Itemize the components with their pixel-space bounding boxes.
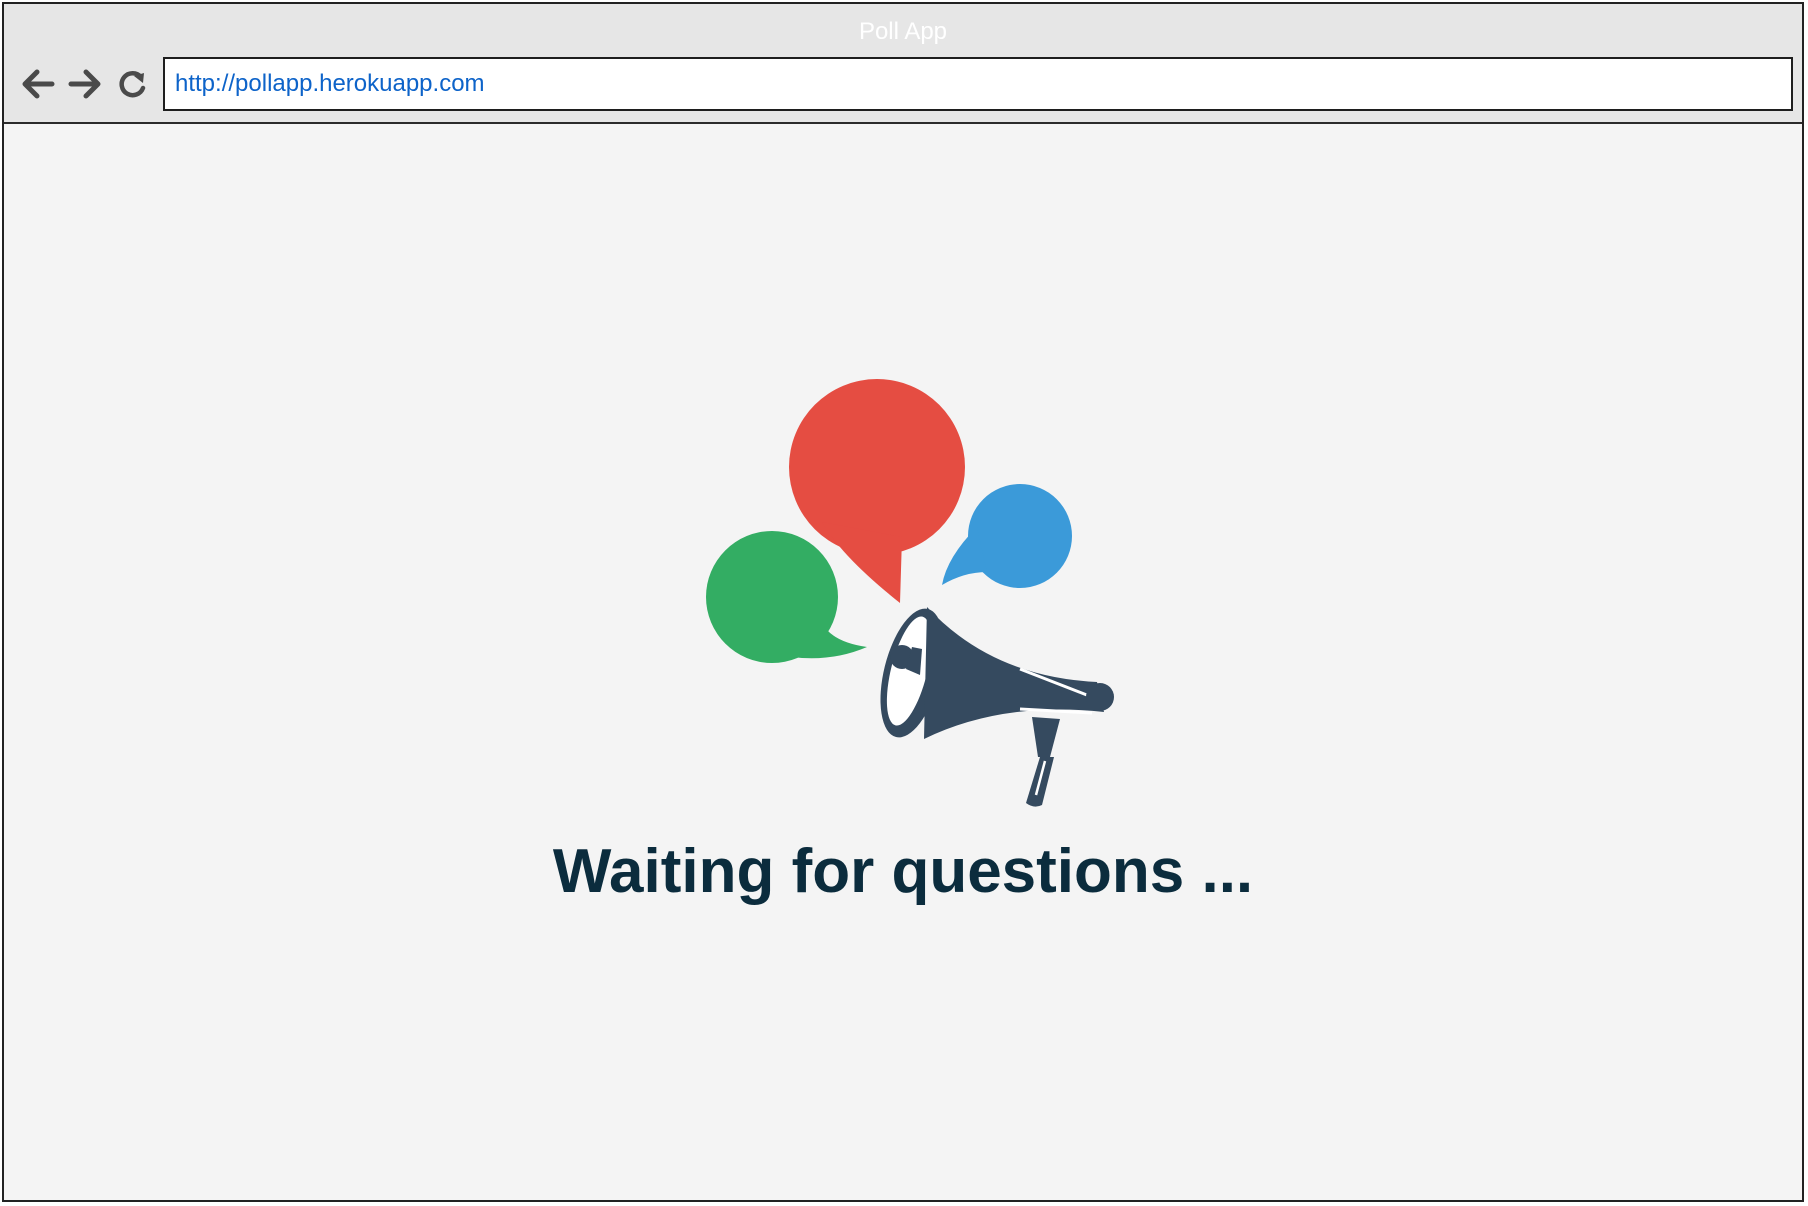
browser-toolbar: Poll App [4,4,1802,124]
megaphone-icon [880,607,1114,807]
forward-button[interactable] [65,64,105,104]
address-bar-input[interactable] [163,57,1793,111]
blue-speech-bubble-icon [942,484,1072,588]
arrow-left-icon [22,69,55,99]
arrow-right-icon [68,69,101,99]
back-button[interactable] [18,64,58,104]
browser-window: Poll App http://pollapp.herokuapp.com Wa… [2,2,1804,1202]
megaphone-with-speech-bubbles-icon [706,379,1114,807]
window-title: Poll App [858,18,948,45]
page-content: Waiting for questions ... [4,124,1802,1200]
green-speech-bubble-icon [706,531,867,663]
reload-button[interactable] [112,64,152,104]
reload-icon [119,71,146,98]
waiting-status-text: Waiting for questions ... [552,837,1254,906]
